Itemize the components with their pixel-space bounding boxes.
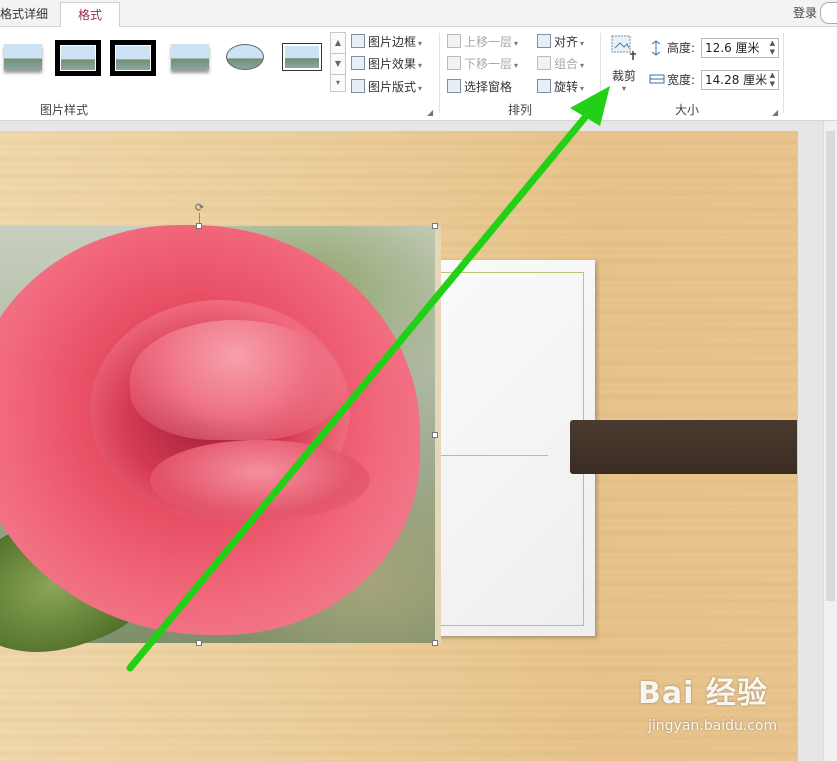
tab-format[interactable]: 格式 <box>60 2 120 27</box>
watermark-brand: Bai 经验 <box>638 676 768 711</box>
align-button[interactable]: 对齐 ▾ <box>537 32 584 52</box>
style-thumb-black-frame[interactable] <box>55 40 101 76</box>
watermark-url: jingyan.baidu.com <box>648 718 778 734</box>
chevron-down-icon: ▾ <box>580 61 585 70</box>
gallery-scroll-down[interactable]: ▼ <box>330 53 346 75</box>
rose-petal-highlight <box>130 320 340 440</box>
width-label: 宽度: <box>667 73 696 87</box>
align-icon <box>537 34 551 48</box>
crop-button[interactable]: 裁剪 <box>612 66 636 86</box>
group-button[interactable]: 组合 ▾ <box>537 54 584 74</box>
slide-edge <box>797 131 798 761</box>
group-separator <box>783 33 784 113</box>
height-spinner-icon[interactable]: ▲ ▼ <box>770 39 775 57</box>
user-avatar-icon[interactable] <box>820 2 837 24</box>
tab-previous[interactable]: 格式详细 <box>0 4 48 24</box>
arrange-group-label: 排列 <box>507 103 532 117</box>
gallery-scroll-up[interactable]: ▲ <box>330 32 346 54</box>
width-icon <box>649 72 665 86</box>
group-separator <box>600 33 601 113</box>
login-button[interactable]: 登录 <box>793 4 817 22</box>
style-thumb-black-mat[interactable] <box>110 40 156 76</box>
group-icon <box>537 56 551 70</box>
picture-effects-button[interactable]: 图片效果 ▾ <box>351 54 422 74</box>
chevron-down-icon: ▾ <box>580 84 585 93</box>
chevron-down-icon: ▾ <box>514 39 519 48</box>
crop-icon[interactable] <box>610 34 640 62</box>
rotate-handle-icon[interactable]: ⟳ <box>193 201 206 214</box>
style-thumb-shadow[interactable] <box>0 40 46 76</box>
pen-border-icon <box>351 34 365 48</box>
card-frame-line <box>436 272 584 626</box>
vertical-scrollbar[interactable] <box>823 121 837 761</box>
chevron-down-icon: ▾ <box>418 61 423 70</box>
resize-handle-bottom[interactable] <box>196 640 202 646</box>
style-thumb-soft[interactable] <box>167 40 213 76</box>
rose-petal-lower <box>150 440 370 520</box>
style-thumb-thin-border[interactable] <box>279 40 325 76</box>
dark-banner-shape[interactable] <box>570 420 797 474</box>
resize-handle-top-right[interactable] <box>432 223 438 229</box>
height-field[interactable]: 12.6 厘米 ▲ ▼ <box>701 38 779 58</box>
effects-icon <box>351 56 365 70</box>
gallery-more[interactable]: ▾ <box>330 74 346 92</box>
selection-pane-button[interactable]: 选择窗格 <box>447 77 512 97</box>
send-backward-button[interactable]: 下移一层 ▾ <box>447 54 518 74</box>
resize-handle-bottom-right[interactable] <box>432 640 438 646</box>
style-thumb-oval[interactable] <box>222 40 268 76</box>
selection-pane-icon <box>447 79 461 93</box>
send-backward-icon <box>447 56 461 70</box>
resize-handle-top[interactable] <box>196 223 202 229</box>
picture-styles-group-label: 图片样式 <box>39 103 88 117</box>
height-label: 高度: <box>667 41 696 55</box>
width-field[interactable]: 14.28 厘米 ▲ ▼ <box>701 70 779 90</box>
crop-chevron-down-icon[interactable]: ▾ <box>622 84 626 93</box>
baidu-watermark: Bai 经验 jingyan.baidu.com <box>638 668 798 738</box>
ribbon-tab-row <box>0 0 837 27</box>
picture-border-button[interactable]: 图片边框 ▾ <box>351 32 422 52</box>
bring-forward-button[interactable]: 上移一层 ▾ <box>447 32 518 52</box>
scrollbar-thumb[interactable] <box>826 131 835 601</box>
rotate-icon <box>537 79 551 93</box>
layout-icon <box>351 79 365 93</box>
chevron-down-icon: ▾ <box>418 84 423 93</box>
chevron-down-icon: ▾ <box>418 39 423 48</box>
bring-forward-icon <box>447 34 461 48</box>
size-dialog-launcher-icon[interactable]: ◢ <box>772 108 781 117</box>
size-group-label: 大小 <box>674 103 699 117</box>
chevron-down-icon: ▾ <box>580 39 585 48</box>
rotate-button[interactable]: 旋转 ▾ <box>537 77 584 97</box>
resize-handle-right[interactable] <box>432 432 438 438</box>
group-separator <box>439 33 440 113</box>
picture-layout-button[interactable]: 图片版式 ▾ <box>351 77 422 97</box>
width-spinner-icon[interactable]: ▲ ▼ <box>770 71 775 89</box>
card-divider-line <box>436 455 548 456</box>
height-icon <box>649 40 663 56</box>
dialog-launcher-icon[interactable]: ◢ <box>427 108 436 117</box>
chevron-down-icon: ▾ <box>514 61 519 70</box>
